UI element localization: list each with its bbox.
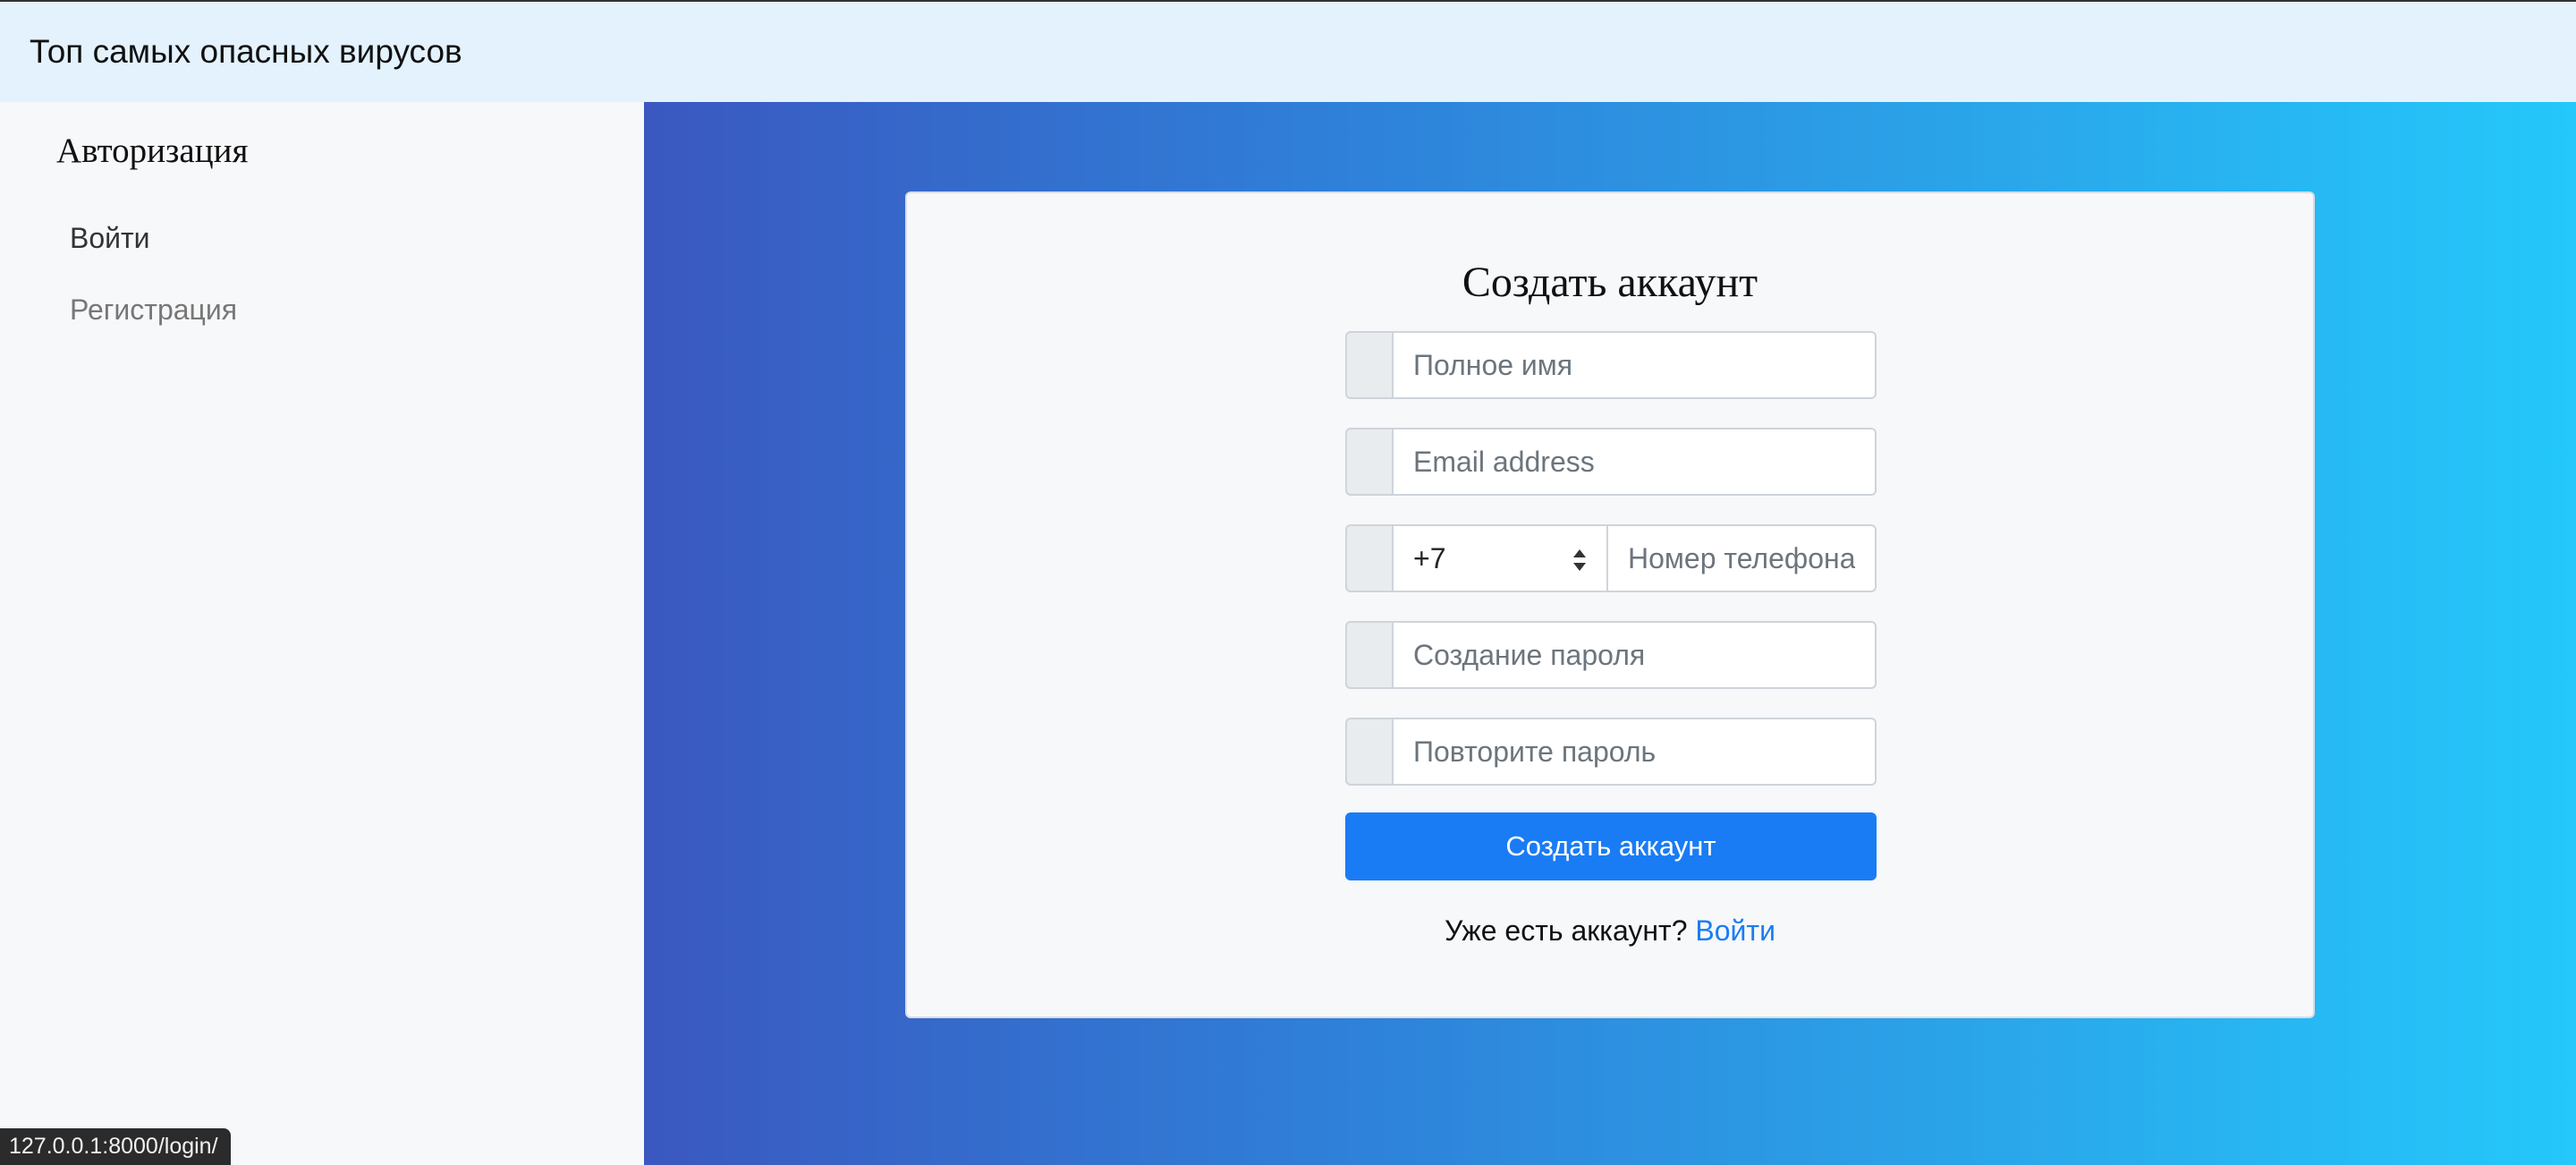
phone-group: +7: [1345, 524, 1877, 592]
registration-card: Создать аккаунт +7: [905, 191, 2315, 1018]
phone-input[interactable]: [1606, 524, 1877, 592]
navbar-brand[interactable]: Топ самых опасных вирусов: [30, 32, 462, 72]
sidebar: Авторизация Войти Регистрация: [0, 102, 644, 1165]
repeat-password-addon: [1345, 718, 1392, 786]
create-account-button[interactable]: Создать аккаунт: [1345, 812, 1877, 880]
email-group: [1345, 428, 1877, 496]
password-addon: [1345, 621, 1392, 689]
repeat-password-group: [1345, 718, 1877, 786]
login-prompt-text: Уже есть аккаунт?: [1445, 914, 1688, 947]
sidebar-item-login[interactable]: Войти: [70, 222, 150, 255]
main-content: Создать аккаунт +7: [644, 102, 2576, 1165]
country-code-select[interactable]: +7: [1392, 524, 1606, 592]
full-name-group: [1345, 331, 1877, 399]
full-name-input[interactable]: [1392, 331, 1877, 399]
phone-addon: [1345, 524, 1392, 592]
form-title: Создать аккаунт: [1462, 259, 1758, 306]
repeat-password-input[interactable]: [1392, 718, 1877, 786]
login-prompt: Уже есть аккаунт? Войти: [907, 914, 2313, 948]
password-input[interactable]: [1392, 621, 1877, 689]
sidebar-title: Авторизация: [56, 132, 249, 170]
full-name-addon: [1345, 331, 1392, 399]
select-arrows-icon: [1573, 549, 1586, 571]
country-code-value: +7: [1413, 542, 1446, 574]
navbar: Топ самых опасных вирусов: [0, 0, 2576, 102]
email-addon: [1345, 428, 1392, 496]
email-input[interactable]: [1392, 428, 1877, 496]
status-bar-url: 127.0.0.1:8000/login/: [0, 1128, 231, 1165]
sidebar-item-register[interactable]: Регистрация: [70, 293, 237, 327]
login-link[interactable]: Войти: [1695, 914, 1775, 947]
password-group: [1345, 621, 1877, 689]
